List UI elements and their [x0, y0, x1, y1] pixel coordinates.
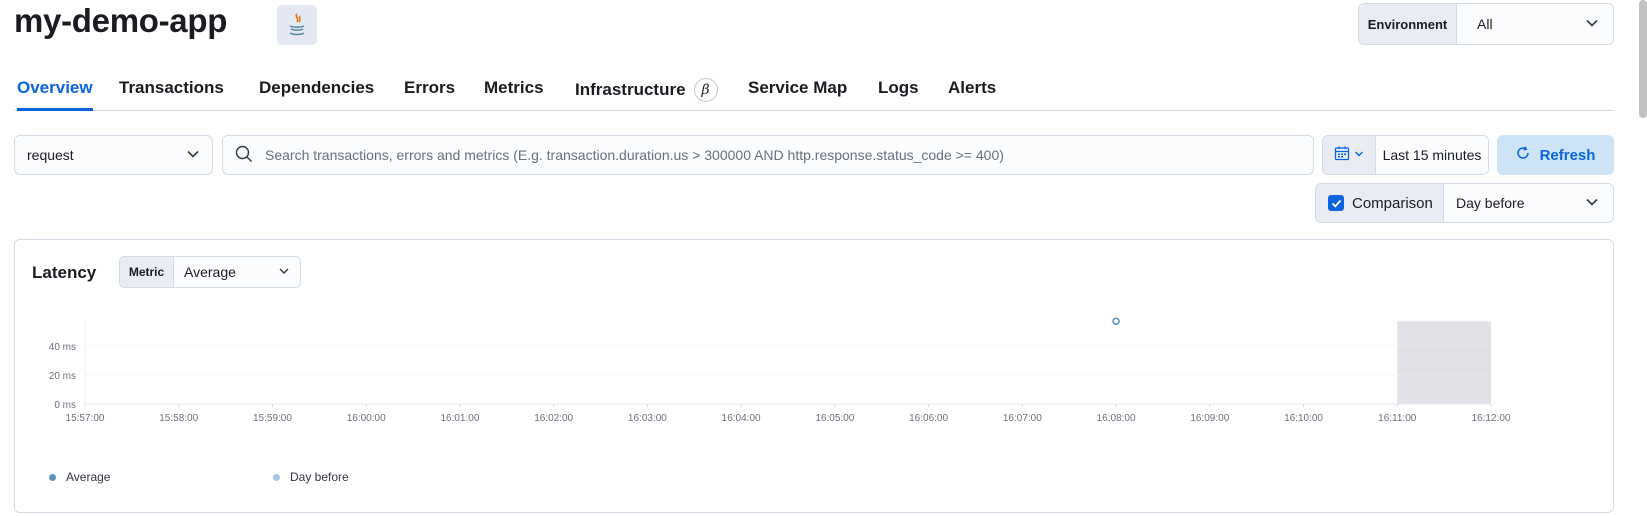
tab-metrics[interactable]: Metrics — [484, 78, 544, 111]
calendar-icon — [1334, 145, 1350, 166]
tab-errors[interactable]: Errors — [404, 78, 455, 111]
comparison-select[interactable]: Day before — [1444, 184, 1613, 222]
service-tabs: Overview Transactions Dependencies Error… — [14, 62, 1614, 111]
tab-infrastructure[interactable]: Infrastructure β — [575, 78, 718, 111]
x-tick-label: 16:10:00 — [1284, 413, 1323, 424]
date-range-text[interactable]: Last 15 minutes — [1376, 136, 1488, 174]
x-tick-label: 16:07:00 — [1003, 413, 1042, 424]
page-title: my-demo-app — [14, 2, 228, 39]
legend-day-before[interactable]: Day before — [273, 470, 349, 484]
x-tick-label: 15:58:00 — [159, 413, 198, 424]
quick-select-button[interactable] — [1323, 136, 1376, 174]
beta-badge: β — [693, 78, 718, 102]
tab-overview[interactable]: Overview — [17, 78, 93, 111]
x-tick-label: 16:03:00 — [628, 413, 667, 424]
refresh-button[interactable]: Refresh — [1497, 135, 1614, 175]
chevron-down-icon — [1585, 16, 1599, 33]
date-picker[interactable]: Last 15 minutes — [1322, 135, 1489, 175]
x-tick-label: 16:04:00 — [722, 413, 761, 424]
search-icon — [235, 145, 253, 166]
comparison-toggle[interactable]: Comparison — [1316, 184, 1444, 222]
latency-panel: Latency Metric Average 0 ms 20 ms 40 ms 15:… — [14, 239, 1614, 513]
y-tick-label: 0 ms — [54, 400, 76, 411]
x-tick-label: 16:01:00 — [440, 413, 479, 424]
latency-chart: 0 ms 20 ms 40 ms 15:57:00 15:58:00 15:59:00 16… — [49, 317, 1511, 424]
comparison-control: Comparison Day before — [1315, 183, 1614, 223]
legend-day-before-label: Day before — [290, 470, 349, 484]
environment-label: Environment — [1359, 4, 1457, 44]
x-tick-label: 16:12:00 — [1472, 413, 1511, 424]
tab-alerts[interactable]: Alerts — [948, 78, 996, 111]
x-tick-label: 16:08:00 — [1097, 413, 1136, 424]
x-tick-label: 16:06:00 — [909, 413, 948, 424]
refresh-icon — [1516, 146, 1530, 164]
page-scrollbar[interactable] — [1639, 0, 1647, 118]
chevron-down-icon — [186, 147, 200, 164]
comparison-label: Comparison — [1352, 194, 1433, 212]
tab-dependencies[interactable]: Dependencies — [259, 78, 374, 111]
y-tick-label: 20 ms — [49, 371, 76, 382]
comparison-value: Day before — [1456, 195, 1525, 211]
x-tick-label: 16:05:00 — [815, 413, 854, 424]
x-tick-label: 16:09:00 — [1190, 413, 1229, 424]
environment-value: All — [1477, 16, 1493, 32]
tab-service-map[interactable]: Service Map — [748, 78, 847, 111]
y-tick-label: 40 ms — [49, 342, 76, 353]
shaded-range — [1397, 321, 1491, 404]
data-point-average — [1112, 317, 1120, 326]
legend-average[interactable]: Average — [49, 470, 110, 484]
transaction-type-select[interactable]: request — [14, 135, 213, 175]
x-tick-label: 16:00:00 — [347, 413, 386, 424]
x-tick-label: 15:57:00 — [66, 413, 105, 424]
environment-select[interactable]: Environment All — [1358, 3, 1614, 45]
chevron-down-icon — [1354, 146, 1364, 164]
search-input[interactable]: Search transactions, errors and metrics … — [222, 135, 1314, 175]
java-icon — [277, 5, 317, 45]
x-tick-label: 16:02:00 — [534, 413, 573, 424]
legend-day-before-dot — [273, 473, 280, 481]
tab-logs[interactable]: Logs — [878, 78, 919, 111]
refresh-label: Refresh — [1539, 146, 1596, 164]
chevron-down-icon — [1585, 195, 1599, 212]
tab-transactions[interactable]: Transactions — [119, 78, 224, 111]
environment-dropdown[interactable]: All — [1457, 4, 1613, 44]
comparison-checkbox[interactable] — [1328, 195, 1344, 211]
x-tick-label: 16:11:00 — [1378, 413, 1417, 424]
x-tick-label: 15:59:00 — [253, 413, 292, 424]
transaction-type-value: request — [27, 147, 74, 163]
legend-average-dot — [49, 473, 56, 481]
legend-average-label: Average — [66, 470, 111, 484]
search-placeholder: Search transactions, errors and metrics … — [265, 147, 1004, 163]
